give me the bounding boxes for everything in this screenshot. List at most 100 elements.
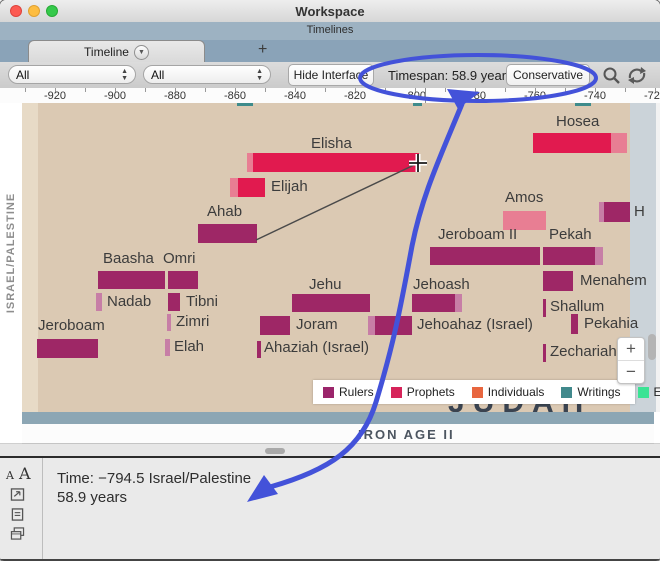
axis-tick-label: -780 [457,90,493,102]
filter-dropdown-2[interactable]: All ▲▼ [143,65,271,84]
timeline-bar[interactable] [412,294,462,312]
zoom-in-button[interactable]: + [618,338,644,361]
axis-tick-label: -840 [277,90,313,102]
status-time-text: Time: −794.5 Israel/Palestine [57,470,251,487]
app-window: Workspace Timelines Timeline ▼ + All ▲▼ … [0,0,660,561]
filter-dropdown-1[interactable]: All ▲▼ [8,65,136,84]
popup-arrows-icon: ▲▼ [121,68,128,82]
timeline-bar[interactable] [230,178,265,197]
timeline-bar[interactable] [98,271,165,289]
timeline-bar[interactable] [37,339,98,358]
timeline-bar[interactable] [167,314,171,331]
windows-stack-icon[interactable] [10,527,25,540]
era-label-iron-age: IRON AGE II [358,427,455,442]
vertical-scrollbar-thumb[interactable] [648,334,656,360]
tab-strip: Timeline ▼ + [0,40,660,62]
hide-interface-button[interactable]: Hide Interface [288,64,374,86]
axis-tick-mark [445,88,446,92]
axis-tick-mark [265,88,266,92]
text-size-large: A [19,464,31,483]
timeline-bar[interactable] [543,344,546,362]
horizontal-scrollbar-thumb[interactable] [265,448,285,454]
tab-menu-chevron-icon[interactable]: ▼ [134,45,149,60]
new-tab-button[interactable]: + [258,41,267,59]
zoom-out-button[interactable]: − [618,361,644,383]
axis-tick-label: -740 [577,90,613,102]
timeline-bar[interactable] [168,293,180,311]
axis-tick-mark [325,88,326,92]
status-span-text: 58.9 years [57,489,127,506]
axis-tick-mark [145,88,146,92]
title-bar: Workspace [0,0,660,23]
right-edge [656,103,660,412]
axis-tick-label: -900 [97,90,133,102]
timeline-bar[interactable] [260,316,290,335]
legend-swatch-icon [391,387,402,398]
axis-tick-mark [205,88,206,92]
timeline-bar[interactable] [543,271,573,291]
axis-divider [425,88,426,103]
window-title: Workspace [0,4,660,19]
filter-2-value: All [151,68,164,82]
sync-arrows-icon[interactable] [626,66,648,85]
legend-swatch-icon [472,387,483,398]
legend-item: Writings [561,385,620,399]
subtitle-bar: Timelines [0,22,660,41]
legend-item: Rulers [323,385,374,399]
tab-timeline[interactable]: Timeline ▼ [28,40,205,63]
timeline-bar[interactable] [543,247,603,265]
search-icon[interactable] [602,66,621,85]
info-panel-toolbar: A A [0,458,43,561]
axis-tick-label: -820 [337,90,373,102]
legend-label: Individuals [488,385,545,399]
text-size-icon[interactable]: A A [6,464,31,483]
timeline-bar[interactable] [503,211,546,230]
open-in-window-icon[interactable] [10,488,25,501]
axis-tick-label: -720 [637,90,660,102]
era-band-divider [22,412,654,424]
timeline-bar[interactable] [96,293,102,311]
toolbar: All ▲▼ All ▲▼ Hide Interface Timespan: 5… [0,62,660,89]
legend-swatch-icon [638,387,649,398]
timespan-readout: Timespan: 58.9 years [388,68,513,83]
tab-label: Timeline [84,45,129,59]
axis-tick-mark [625,88,626,92]
legend-item: Events [638,385,660,399]
timeline-bar[interactable] [599,202,630,222]
legend-item: Individuals [472,385,545,399]
writings-tick[interactable] [575,103,591,106]
writings-tick[interactable] [413,103,422,106]
zoom-control: + − [617,337,645,384]
timeline-bar[interactable] [198,224,257,243]
axis-tick-mark [25,88,26,92]
timeline-bar[interactable] [247,153,419,172]
horizontal-scrollbar[interactable] [0,443,660,457]
timeline-bar[interactable] [165,339,170,356]
axis-tick-label: -860 [217,90,253,102]
axis-tick-mark [505,88,506,92]
legend: RulersProphetsIndividualsWritingsEvents [313,380,635,404]
timeline-bar[interactable] [257,341,261,358]
region-vertical-label: ISRAEL/PALESTINE [5,183,17,323]
timeline-bar[interactable] [533,133,627,153]
timeline-bar[interactable] [292,294,370,312]
timeline-bar[interactable] [571,314,578,334]
timeline-bar[interactable] [430,247,540,265]
conservative-button[interactable]: Conservative [506,64,590,86]
window-subtitle: Timelines [0,24,660,36]
popup-arrows-icon: ▲▼ [256,68,263,82]
timeline-bar[interactable] [543,299,546,317]
axis-tick-mark [85,88,86,92]
info-panel: A A Time: −794.5 Israel/Palestine 58.9 y… [0,456,660,561]
notes-icon[interactable] [10,508,25,521]
margin-column [22,103,38,412]
legend-label: Events [654,385,660,399]
timeline-bar[interactable] [168,271,198,289]
legend-label: Prophets [407,385,455,399]
axis-tick-mark [385,88,386,92]
time-axis[interactable]: -920-900-880-860-840-820-800-780-760-740… [0,88,660,104]
axis-tick-label: -760 [517,90,553,102]
axis-tick-mark [565,88,566,92]
writings-tick[interactable] [237,103,253,106]
timeline-bar[interactable] [368,316,412,335]
